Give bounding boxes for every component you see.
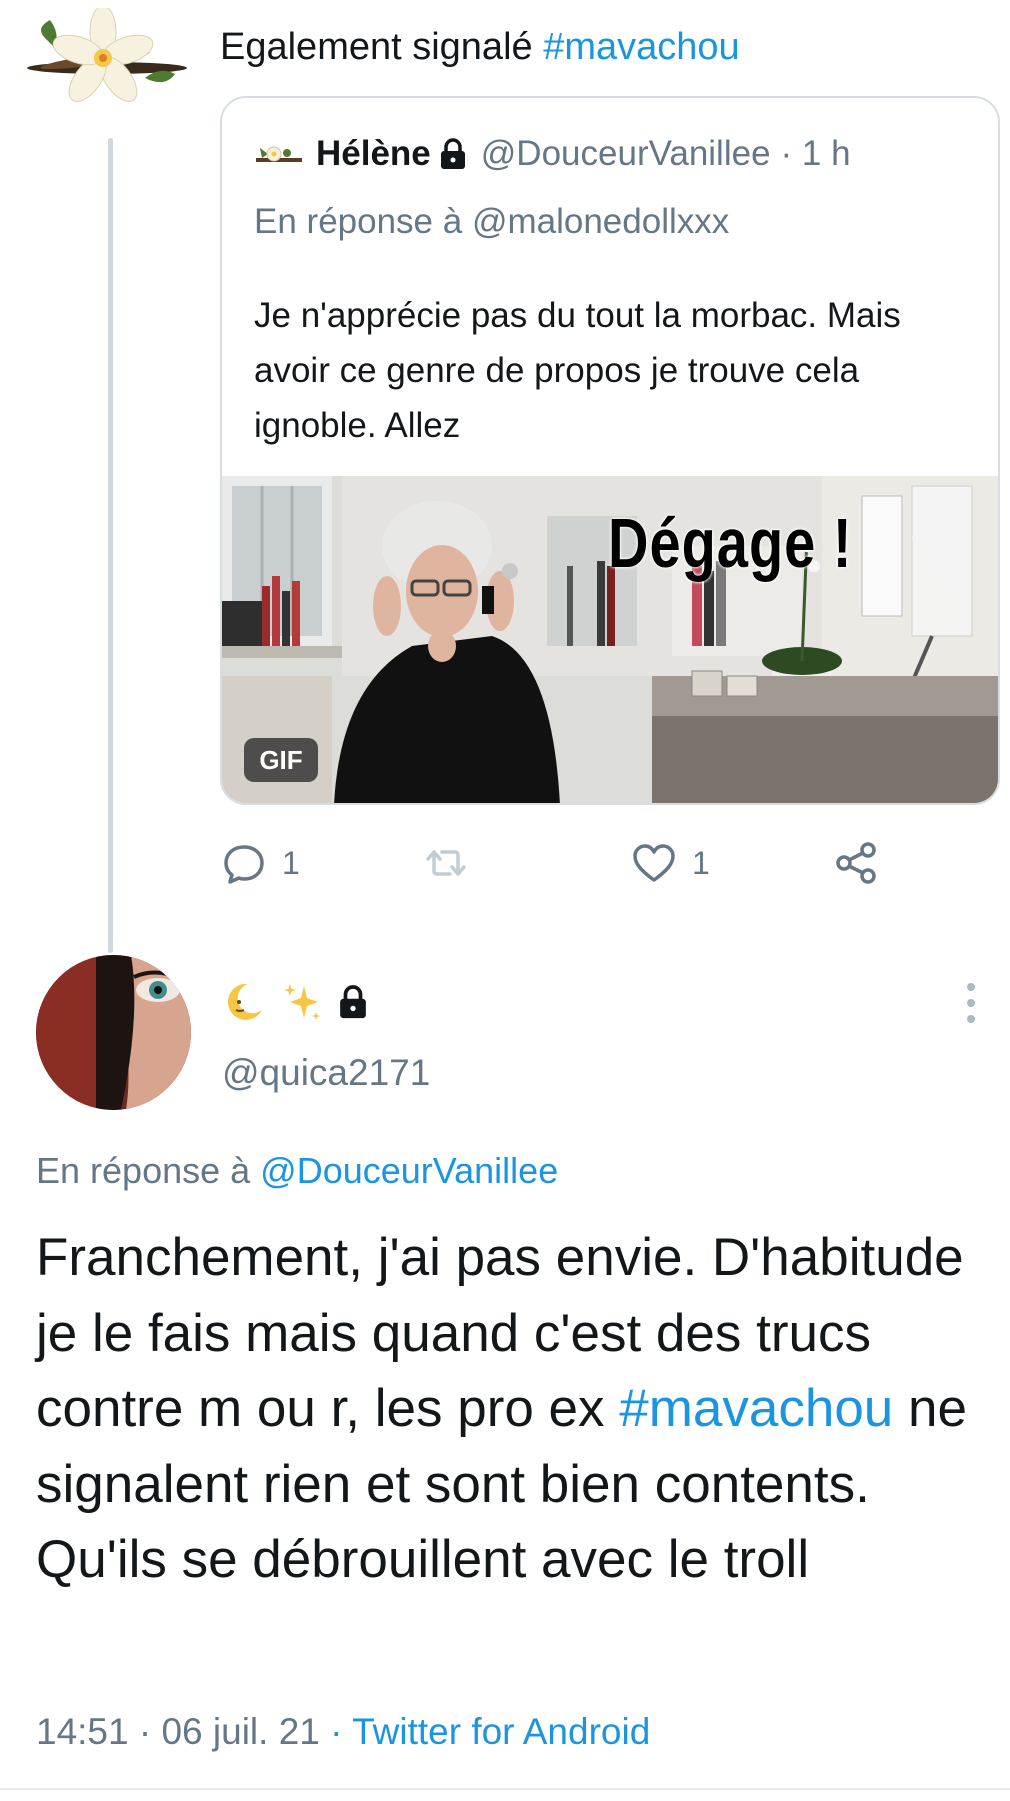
lock-icon: [338, 984, 368, 1020]
lock-icon: [439, 138, 467, 170]
moon-icon: [222, 980, 266, 1024]
reply-icon: [224, 845, 264, 884]
quoted-reply-context: En réponse à @malonedollxxx: [254, 202, 729, 242]
vanilla-flower-avatar[interactable]: [25, 5, 190, 108]
share-icon: [836, 842, 876, 884]
quoted-reply-prefix: En réponse à: [254, 202, 463, 241]
share-button[interactable]: [832, 838, 880, 888]
display-name-emojis[interactable]: [222, 978, 368, 1026]
quoted-tweet-header: Hélène @DouceurVanillee · 1 h: [254, 134, 851, 174]
reply-prefix: En réponse à: [36, 1150, 251, 1191]
gif-media[interactable]: Dégage ! GIF: [222, 476, 998, 803]
reply-count: 1: [282, 844, 300, 881]
gif-caption-text: Dégage !: [608, 503, 853, 582]
reply-context: En réponse à @DouceurVanillee: [36, 1150, 558, 1192]
user-avatar[interactable]: [36, 955, 191, 1110]
quoted-handle[interactable]: @DouceurVanillee: [481, 134, 771, 174]
reply-button[interactable]: 1: [220, 838, 300, 888]
quoted-avatar-icon[interactable]: [254, 139, 304, 169]
quoted-tweet-body: Je n'apprécie pas du tout la morbac. Mai…: [254, 296, 901, 445]
retweet-context: Egalement signalé #mavachou: [220, 26, 740, 69]
gif-badge: GIF: [244, 738, 318, 782]
quoted-tweet-card[interactable]: Hélène @DouceurVanillee · 1 h En réponse…: [220, 96, 1000, 805]
quoted-reply-to-link[interactable]: @malonedollxxx: [472, 202, 729, 241]
quoted-display-name[interactable]: Hélène: [316, 134, 431, 174]
reply-to-link[interactable]: @DouceurVanillee: [260, 1150, 558, 1191]
sparkles-icon: [280, 980, 324, 1024]
tweet-body: Franchement, j'ai pas envie. D'habitude …: [36, 1220, 996, 1598]
hashtag-link[interactable]: #mavachou: [543, 26, 739, 68]
tweet-metadata: 14:51 · 06 juil. 21 · Twitter for Androi…: [36, 1711, 650, 1753]
tweet-hashtag-link[interactable]: #mavachou: [619, 1379, 893, 1438]
retweet-context-text: Egalement signalé: [220, 26, 533, 68]
divider: [0, 1788, 1010, 1790]
like-button[interactable]: 1: [630, 838, 710, 888]
thread-connector-line: [108, 138, 113, 953]
retweet-icon: [426, 850, 466, 876]
tweet-date: · 06 juil. 21: [138, 1711, 320, 1752]
tweet-time: 14:51: [36, 1711, 129, 1752]
tweet-source-link[interactable]: · Twitter for Android: [330, 1711, 650, 1752]
user-handle[interactable]: @quica2171: [222, 1052, 430, 1094]
retweet-button[interactable]: [422, 838, 470, 888]
heart-icon: [633, 844, 675, 882]
quoted-time: · 1 h: [780, 134, 851, 173]
more-options-icon[interactable]: [964, 980, 978, 1026]
like-count: 1: [692, 844, 710, 881]
